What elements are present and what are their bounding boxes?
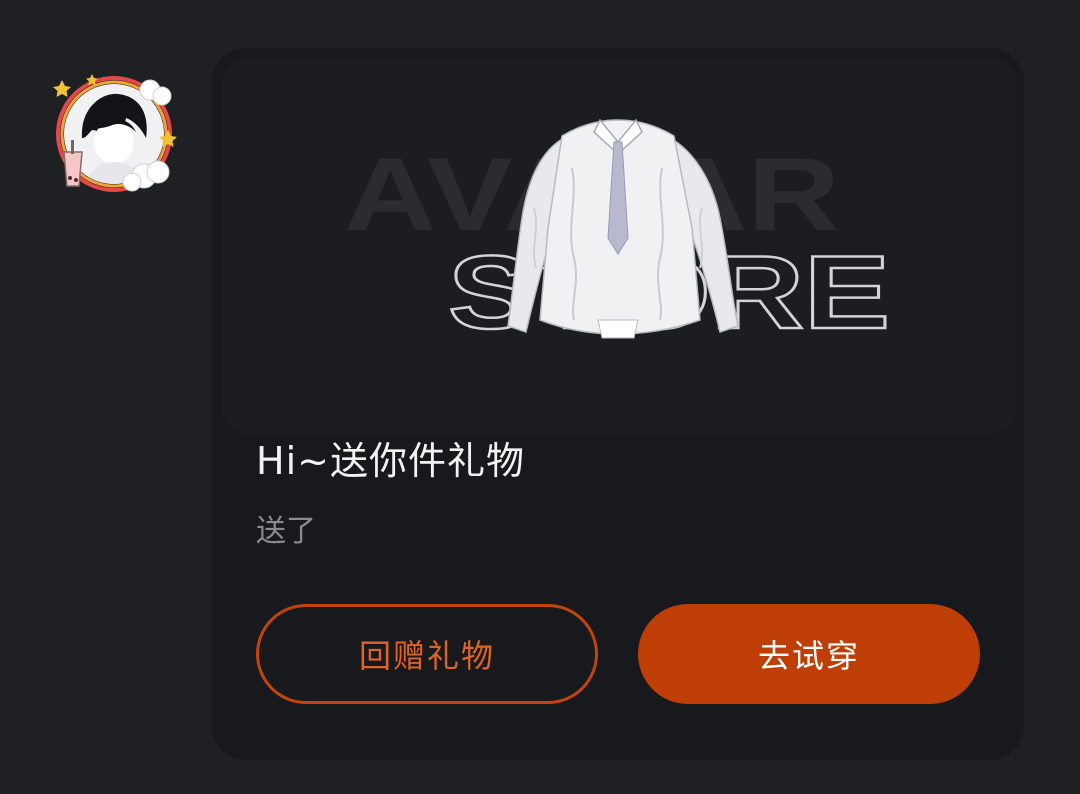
gift-subtitle: 送了 [256, 514, 316, 549]
gift-message-card[interactable]: AVATAR STORE [212, 48, 1024, 760]
sender-avatar[interactable] [52, 68, 184, 200]
gift-title: Hi~送你件礼物 [256, 439, 525, 483]
return-gift-button[interactable]: 回赠礼物 [256, 604, 598, 704]
anime-avatar-icon [53, 74, 177, 192]
try-on-button[interactable]: 去试穿 [638, 604, 980, 704]
gift-banner[interactable]: AVATAR STORE [222, 58, 1017, 434]
chat-screen: AVATAR STORE [0, 0, 1080, 794]
